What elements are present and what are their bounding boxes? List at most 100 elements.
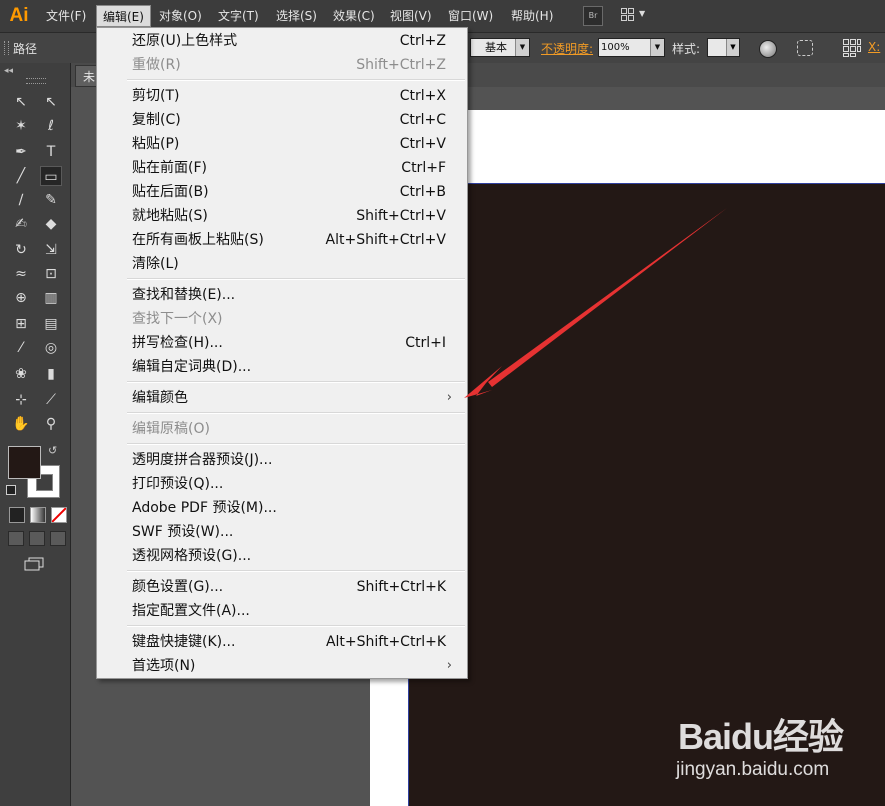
menu-item[interactable]: 首选项(N) ›: [132, 654, 452, 678]
draw-behind-button[interactable]: [29, 531, 45, 546]
collapse-panel-icon[interactable]: ◂◂: [4, 66, 13, 76]
paintbrush-tool-icon[interactable]: ∕: [10, 190, 32, 210]
submenu-arrow-icon: ›: [446, 658, 452, 673]
workspace-switcher-icon[interactable]: ▼: [621, 7, 649, 25]
menu-item-label: 编辑原稿(O): [132, 421, 210, 437]
menu-item[interactable]: 在所有画板上粘贴(S) Alt+Shift+Ctrl+V: [132, 228, 452, 252]
mesh-tool-icon[interactable]: ⊞: [10, 314, 32, 334]
menu-item[interactable]: 贴在前面(F) Ctrl+F: [132, 156, 452, 180]
menu-item-label: 透明度拼合器预设(J)...: [132, 452, 273, 468]
menu-separator: [127, 412, 465, 414]
warp-tool-icon[interactable]: ≈: [10, 264, 32, 284]
draw-inside-button[interactable]: [50, 531, 66, 546]
menu-effect[interactable]: 效果(C): [327, 5, 381, 27]
recolor-artwork-icon[interactable]: [759, 40, 777, 58]
menu-item[interactable]: 复制(C) Ctrl+C: [132, 108, 452, 132]
graphic-style-select[interactable]: ▼: [707, 38, 740, 57]
menu-item[interactable]: 拼写检查(H)... Ctrl+I: [132, 331, 452, 355]
controlbar-grip[interactable]: [4, 41, 9, 55]
menu-view[interactable]: 视图(V): [384, 5, 438, 27]
rotate-tool-icon[interactable]: ↻: [10, 240, 32, 260]
direct-selection-tool-icon[interactable]: ↖: [40, 92, 62, 112]
menu-help[interactable]: 帮助(H): [505, 5, 559, 27]
selection-tool-icon[interactable]: ↖: [10, 92, 32, 112]
magic-wand-tool-icon[interactable]: ✶: [10, 116, 32, 136]
swap-fill-stroke-icon[interactable]: ↺: [48, 444, 57, 457]
line-tool-icon[interactable]: ╱: [10, 166, 32, 186]
blend-tool-icon[interactable]: ◎: [40, 338, 62, 358]
opacity-value: 100%: [601, 42, 630, 53]
scale-tool-icon[interactable]: ⇲: [40, 240, 62, 260]
menu-item-label: 首选项(N): [132, 658, 196, 674]
menu-item-label: 在所有画板上粘贴(S): [132, 232, 264, 248]
perspective-grid-tool-icon[interactable]: ▥: [40, 288, 62, 308]
select-similar-icon[interactable]: [797, 40, 813, 56]
chevron-down-icon[interactable]: ▼: [515, 39, 529, 56]
opacity-label[interactable]: 不透明度:: [541, 40, 593, 57]
menu-item[interactable]: 剪切(T) Ctrl+X: [132, 84, 452, 108]
bridge-button[interactable]: Br: [583, 6, 603, 26]
chevron-down-icon[interactable]: ▼: [726, 39, 739, 56]
pencil-tool-icon[interactable]: ✎: [40, 190, 62, 210]
slice-tool-icon[interactable]: ⟋: [40, 390, 62, 410]
none-mode-button[interactable]: [51, 507, 67, 523]
gradient-mode-button[interactable]: [30, 507, 46, 523]
symbol-sprayer-tool-icon[interactable]: ❀: [10, 364, 32, 384]
menu-item: 查找下一个(X): [132, 307, 452, 331]
lasso-tool-icon[interactable]: ℓ: [40, 116, 62, 136]
hand-tool-icon[interactable]: ✋: [10, 414, 32, 434]
type-tool-icon[interactable]: T: [40, 142, 62, 162]
gradient-tool-icon[interactable]: ▤: [40, 314, 62, 334]
menu-item-label: 粘贴(P): [132, 136, 180, 152]
column-graph-tool-icon[interactable]: ▮: [40, 364, 62, 384]
menu-item-label: 键盘快捷键(K)...: [132, 634, 236, 650]
brush-definition-select[interactable]: 基本 ▼: [470, 38, 530, 57]
menu-item[interactable]: 还原(U)上色样式 Ctrl+Z: [132, 29, 452, 53]
x-coordinate-label[interactable]: X:: [868, 40, 880, 54]
color-mode-button[interactable]: [9, 507, 25, 523]
menu-item[interactable]: 贴在后面(B) Ctrl+B: [132, 180, 452, 204]
eraser-tool-icon[interactable]: ◆: [40, 214, 62, 234]
menu-item[interactable]: 打印预设(Q)...: [132, 472, 452, 496]
chevron-down-icon[interactable]: ▼: [650, 39, 664, 56]
selection-type-label: 路径: [13, 42, 38, 56]
menu-item[interactable]: 清除(L): [132, 252, 452, 276]
eyedropper-tool-icon[interactable]: ⁄: [10, 338, 32, 358]
menu-object[interactable]: 对象(O): [153, 5, 208, 27]
menu-item[interactable]: 透视网格预设(G)...: [132, 544, 452, 568]
menu-type[interactable]: 文字(T): [212, 5, 265, 27]
menu-item[interactable]: 粘贴(P) Ctrl+V: [132, 132, 452, 156]
fill-color-swatch[interactable]: [8, 446, 41, 479]
menu-select[interactable]: 选择(S): [270, 5, 323, 27]
menu-item[interactable]: 就地粘贴(S) Shift+Ctrl+V: [132, 204, 452, 228]
panel-grip[interactable]: [26, 78, 46, 84]
menu-item[interactable]: 查找和替换(E)...: [132, 283, 452, 307]
menu-item[interactable]: 指定配置文件(A)...: [132, 599, 452, 623]
menu-item-shortcut: Ctrl+Z: [399, 33, 446, 49]
menu-item[interactable]: Adobe PDF 预设(M)...: [132, 496, 452, 520]
menu-item: 重做(R) Shift+Ctrl+Z: [132, 53, 452, 77]
shape-builder-tool-icon[interactable]: ⊕: [10, 288, 32, 308]
zoom-tool-icon[interactable]: ⚲: [40, 414, 62, 434]
align-icon[interactable]: [843, 39, 861, 57]
menu-window[interactable]: 窗口(W): [442, 5, 499, 27]
opacity-input[interactable]: 100% ▼: [598, 38, 665, 57]
draw-normal-button[interactable]: [8, 531, 24, 546]
free-transform-tool-icon[interactable]: ⊡: [40, 264, 62, 284]
blob-brush-tool-icon[interactable]: ✍: [10, 214, 32, 234]
default-fill-stroke-icon[interactable]: [6, 485, 16, 495]
rectangle-tool-icon[interactable]: ▭: [40, 166, 62, 186]
menu-item[interactable]: SWF 预设(W)...: [132, 520, 452, 544]
menu-item-label: 编辑颜色: [132, 390, 188, 406]
menu-edit[interactable]: 编辑(E): [96, 5, 151, 27]
artboard-tool-icon[interactable]: ⊹: [10, 390, 32, 410]
menu-file[interactable]: 文件(F): [40, 5, 92, 27]
menu-item[interactable]: 键盘快捷键(K)... Alt+Shift+Ctrl+K: [132, 630, 452, 654]
screen-mode-icon[interactable]: [24, 557, 44, 571]
menu-item[interactable]: 透明度拼合器预设(J)...: [132, 448, 452, 472]
menu-item-label: 贴在前面(F): [132, 160, 207, 176]
menu-item[interactable]: 颜色设置(G)... Shift+Ctrl+K: [132, 575, 452, 599]
pen-tool-icon[interactable]: ✒: [10, 142, 32, 162]
menu-item[interactable]: 编辑自定词典(D)...: [132, 355, 452, 379]
menu-item[interactable]: 编辑颜色 ›: [132, 386, 452, 410]
